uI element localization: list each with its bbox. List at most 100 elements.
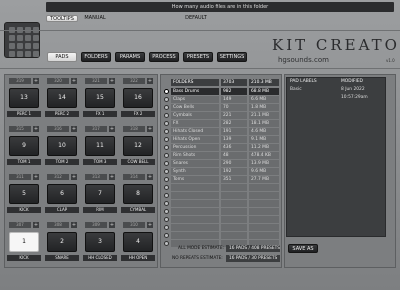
- folder-row-empty[interactable]: [171, 208, 279, 215]
- pad-15[interactable]: 15: [85, 88, 115, 108]
- pad-index[interactable]: 311: [9, 174, 31, 180]
- pad-index[interactable]: 309: [85, 222, 107, 228]
- pad-index[interactable]: 322: [123, 78, 145, 84]
- pad-index[interactable]: 317: [85, 126, 107, 132]
- pad-7[interactable]: 7: [85, 184, 115, 204]
- folder-radio[interactable]: [164, 97, 169, 102]
- pad-index[interactable]: 316: [47, 126, 69, 132]
- pad-13[interactable]: 13: [9, 88, 39, 108]
- save-as-button[interactable]: SAVE AS: [288, 244, 318, 253]
- pad-add-icon[interactable]: +: [33, 174, 39, 180]
- pad-index[interactable]: 307: [9, 222, 31, 228]
- folder-row[interactable]: Claps 149 6.6 MB: [171, 96, 279, 103]
- pad-add-icon[interactable]: +: [109, 174, 115, 180]
- pad-add-icon[interactable]: +: [33, 126, 39, 132]
- pad-index[interactable]: 318: [123, 126, 145, 132]
- pad-index[interactable]: 314: [123, 174, 145, 180]
- folder-row-empty[interactable]: [171, 216, 279, 223]
- pad-10[interactable]: 10: [47, 136, 77, 156]
- tab-params[interactable]: PARAMS: [115, 52, 145, 62]
- folder-radio[interactable]: [164, 121, 169, 126]
- default-button[interactable]: DEFAULT: [176, 15, 216, 22]
- folder-radio[interactable]: [164, 137, 169, 142]
- pad-add-icon[interactable]: +: [109, 126, 115, 132]
- pad-add-icon[interactable]: +: [147, 174, 153, 180]
- folder-row[interactable]: Bass Drums 982 68.8 MB: [171, 88, 279, 95]
- folder-row[interactable]: Cymbals 221 21.1 MB: [171, 112, 279, 119]
- folder-row[interactable]: Toms 351 27.7 MB: [171, 176, 279, 183]
- pad-1[interactable]: 1: [9, 232, 39, 252]
- folder-row[interactable]: Cow Bells 70 1.8 MB: [171, 104, 279, 111]
- tab-presets[interactable]: PRESETS: [183, 52, 213, 62]
- folder-radio[interactable]: [164, 177, 169, 182]
- pad-add-icon[interactable]: +: [33, 222, 39, 228]
- tab-folders[interactable]: FOLDERS: [81, 52, 111, 62]
- pad-8[interactable]: 8: [123, 184, 153, 204]
- pad-add-icon[interactable]: +: [147, 126, 153, 132]
- pad-index[interactable]: 312: [47, 174, 69, 180]
- pad-index[interactable]: 313: [85, 174, 107, 180]
- folder-radio[interactable]: [164, 129, 169, 134]
- folder-row[interactable]: Synth 192 9.6 MB: [171, 168, 279, 175]
- folder-row-empty[interactable]: [171, 224, 279, 231]
- folder-radio[interactable]: [164, 169, 169, 174]
- folder-radio[interactable]: [164, 233, 169, 238]
- pad-index[interactable]: 315: [9, 126, 31, 132]
- tab-settings[interactable]: SETTINGS: [217, 52, 247, 62]
- pad-add-icon[interactable]: +: [71, 222, 77, 228]
- pad-9[interactable]: 9: [9, 136, 39, 156]
- folder-row[interactable]: Rim Shots 48 478.4 KB: [171, 152, 279, 159]
- pad-4[interactable]: 4: [123, 232, 153, 252]
- folder-row-empty[interactable]: [171, 232, 279, 239]
- tab-pads[interactable]: PADS: [47, 52, 77, 62]
- folder-radio[interactable]: [164, 209, 169, 214]
- folder-radio[interactable]: [164, 241, 169, 246]
- pad-add-icon[interactable]: +: [147, 222, 153, 228]
- pad-add-icon[interactable]: +: [147, 78, 153, 84]
- pad-16[interactable]: 16: [123, 88, 153, 108]
- folder-radio[interactable]: [164, 225, 169, 230]
- folder-radio[interactable]: [164, 89, 169, 94]
- pad-index[interactable]: 319: [9, 78, 31, 84]
- pad-index[interactable]: 308: [47, 222, 69, 228]
- folder-radio[interactable]: [164, 161, 169, 166]
- folder-radio[interactable]: [164, 201, 169, 206]
- pad-add-icon[interactable]: +: [109, 222, 115, 228]
- tooltips-button[interactable]: TOOLTIPS: [46, 15, 78, 22]
- folder-row[interactable]: FX 282 18.1 MB: [171, 120, 279, 127]
- pad-add-icon[interactable]: +: [71, 78, 77, 84]
- pad-3[interactable]: 3: [85, 232, 115, 252]
- pad-add-icon[interactable]: +: [109, 78, 115, 84]
- pad-add-icon[interactable]: +: [33, 78, 39, 84]
- pad-index[interactable]: 321: [85, 78, 107, 84]
- folder-radio[interactable]: [164, 145, 169, 150]
- pad-labels-row[interactable]: Basic 8 Jun 2022 10:57:29am: [287, 86, 385, 100]
- folders-header-row[interactable]: FOLDERS 3703 210.3 MB: [171, 79, 279, 86]
- folder-radio[interactable]: [164, 217, 169, 222]
- folder-row-empty[interactable]: [171, 184, 279, 191]
- folder-radio[interactable]: [164, 113, 169, 118]
- folder-radio[interactable]: [164, 153, 169, 158]
- tab-process[interactable]: PROCESS: [149, 52, 179, 62]
- pad-11[interactable]: 11: [85, 136, 115, 156]
- pad-add-icon[interactable]: +: [71, 174, 77, 180]
- folder-radio[interactable]: [164, 193, 169, 198]
- manual-button[interactable]: MANUAL: [80, 15, 110, 22]
- folder-row-empty[interactable]: [171, 192, 279, 199]
- folder-row-empty[interactable]: [171, 200, 279, 207]
- pad-6[interactable]: 6: [47, 184, 77, 204]
- pad-14[interactable]: 14: [47, 88, 77, 108]
- folder-row[interactable]: Snares 290 13.9 MB: [171, 160, 279, 167]
- pad-12[interactable]: 12: [123, 136, 153, 156]
- folder-row[interactable]: Hihats Open 139 9.1 MB: [171, 136, 279, 143]
- folder-radio[interactable]: [164, 185, 169, 190]
- pad-2[interactable]: 2: [47, 232, 77, 252]
- folder-radio[interactable]: [164, 105, 169, 110]
- folder-row[interactable]: Hihats Closed 191 4.6 MB: [171, 128, 279, 135]
- pad-label: KICK: [7, 207, 41, 213]
- pad-add-icon[interactable]: +: [71, 126, 77, 132]
- pad-5[interactable]: 5: [9, 184, 39, 204]
- pad-index[interactable]: 320: [47, 78, 69, 84]
- folder-row[interactable]: Percussion 436 11.2 MB: [171, 144, 279, 151]
- pad-index[interactable]: 310: [123, 222, 145, 228]
